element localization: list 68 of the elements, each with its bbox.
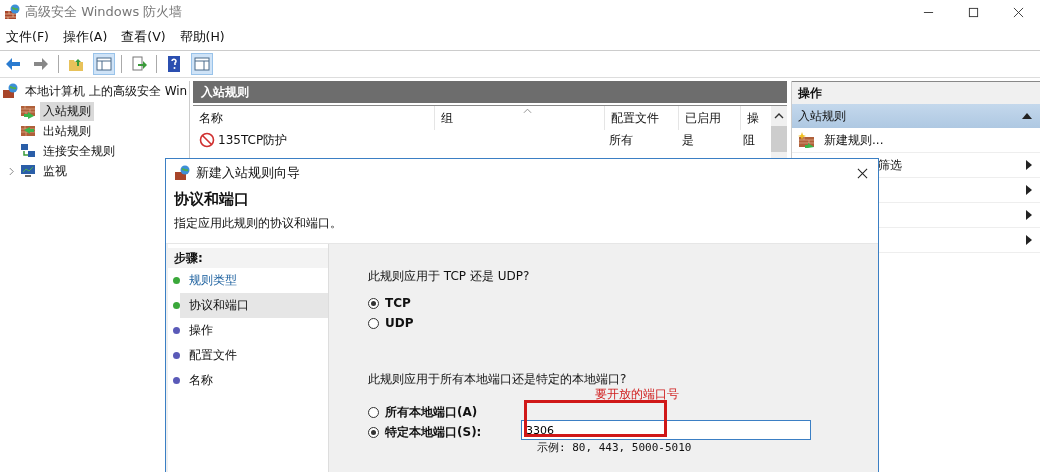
close-icon[interactable] bbox=[1013, 6, 1024, 18]
close-icon[interactable] bbox=[857, 167, 868, 179]
radio-button[interactable] bbox=[368, 317, 379, 329]
step-label: 配置文件 bbox=[188, 347, 238, 364]
blocked-icon bbox=[199, 132, 215, 148]
tree-item[interactable]: 监视 bbox=[40, 161, 70, 181]
radio-label[interactable]: TCP bbox=[385, 296, 411, 310]
maximize-icon[interactable] bbox=[968, 6, 979, 18]
menu-item[interactable]: 帮助(H) bbox=[179, 28, 225, 46]
computers-icon bbox=[20, 143, 36, 159]
submenu-arrow-icon[interactable] bbox=[1026, 185, 1032, 195]
step-label: 协议和端口 bbox=[180, 293, 328, 318]
firewall-icon bbox=[4, 4, 20, 20]
radio-button[interactable] bbox=[368, 426, 379, 438]
brick-wall-star-icon bbox=[798, 131, 816, 149]
radio-label[interactable]: 特定本地端口(S): bbox=[385, 423, 482, 441]
steps-header: 步骤: bbox=[168, 248, 328, 268]
column-header[interactable]: 已启用 bbox=[679, 106, 741, 130]
scrollbar[interactable] bbox=[771, 106, 787, 158]
menu-item[interactable]: 文件(F) bbox=[6, 28, 49, 46]
step-label: 名称 bbox=[188, 372, 214, 389]
dialog-title: 新建入站规则向导 bbox=[196, 164, 300, 182]
column-header[interactable]: 组 bbox=[435, 106, 605, 130]
tree-item[interactable]: 入站规则 bbox=[40, 101, 94, 121]
window-title: 高级安全 Windows 防火墙 bbox=[25, 3, 183, 21]
column-header[interactable]: 操 bbox=[741, 106, 769, 130]
step-label: 操作 bbox=[188, 322, 214, 339]
annotation-text: 要开放的端口号 bbox=[595, 386, 679, 403]
menu-item[interactable]: 查看(V) bbox=[121, 28, 166, 46]
collapse-icon[interactable] bbox=[1022, 112, 1032, 120]
step-link[interactable]: 规则类型 bbox=[180, 268, 328, 293]
dialog-subtitle: 指定应用此规则的协议和端口。 bbox=[174, 215, 343, 232]
section-title: 入站规则 bbox=[798, 107, 846, 125]
dialog-heading: 协议和端口 bbox=[174, 190, 250, 209]
table-cell-text: 是 bbox=[681, 131, 695, 149]
tree-item[interactable]: 出站规则 bbox=[40, 121, 94, 141]
question-text: 此规则应用于所有本地端口还是特定的本地端口? bbox=[368, 371, 628, 388]
brick-wall-arrow-icon bbox=[20, 123, 36, 139]
table-cell-text: 阻 bbox=[742, 131, 756, 149]
submenu-arrow-icon[interactable] bbox=[1026, 235, 1032, 245]
scroll-up-icon[interactable] bbox=[774, 112, 784, 120]
example-text: 示例: 80, 443, 5000-5010 bbox=[537, 440, 693, 455]
brick-wall-arrow-icon bbox=[20, 103, 36, 119]
panel-header: 操作 bbox=[792, 81, 1040, 104]
section-header[interactable]: 入站规则 bbox=[792, 104, 1040, 128]
pane-toggle-icon[interactable] bbox=[191, 53, 213, 75]
column-header[interactable]: 名称 bbox=[193, 106, 435, 130]
menu-item[interactable]: 操作(A) bbox=[62, 28, 108, 46]
submenu-arrow-icon[interactable] bbox=[1026, 210, 1032, 220]
question-text: 此规则应用于 TCP 还是 UDP? bbox=[368, 268, 531, 285]
tree-item[interactable]: 本地计算机 上的高级安全 Win bbox=[22, 81, 189, 101]
table-cell: 135TCP防护 bbox=[218, 131, 288, 149]
firewall-icon bbox=[2, 83, 18, 99]
pane-toggle-icon[interactable] bbox=[93, 53, 115, 75]
radio-label[interactable]: UDP bbox=[385, 316, 414, 330]
submenu-arrow-icon[interactable] bbox=[1026, 160, 1032, 170]
panel-header: 入站规则 bbox=[193, 81, 787, 103]
column-header[interactable]: 配置文件 bbox=[605, 106, 679, 130]
table-cell-text: 所有 bbox=[608, 131, 634, 149]
tree-item[interactable]: 连接安全规则 bbox=[40, 141, 118, 161]
action-link[interactable]: 新建规则... bbox=[824, 131, 884, 149]
action-link[interactable]: 筛选 bbox=[878, 156, 902, 174]
sort-caret-icon bbox=[523, 108, 532, 114]
radio-button[interactable] bbox=[368, 406, 379, 418]
radio-button[interactable] bbox=[368, 297, 379, 309]
monitor-icon bbox=[20, 163, 36, 179]
firewall-icon bbox=[174, 165, 190, 181]
radio-label[interactable]: 所有本地端口(A) bbox=[385, 403, 478, 421]
